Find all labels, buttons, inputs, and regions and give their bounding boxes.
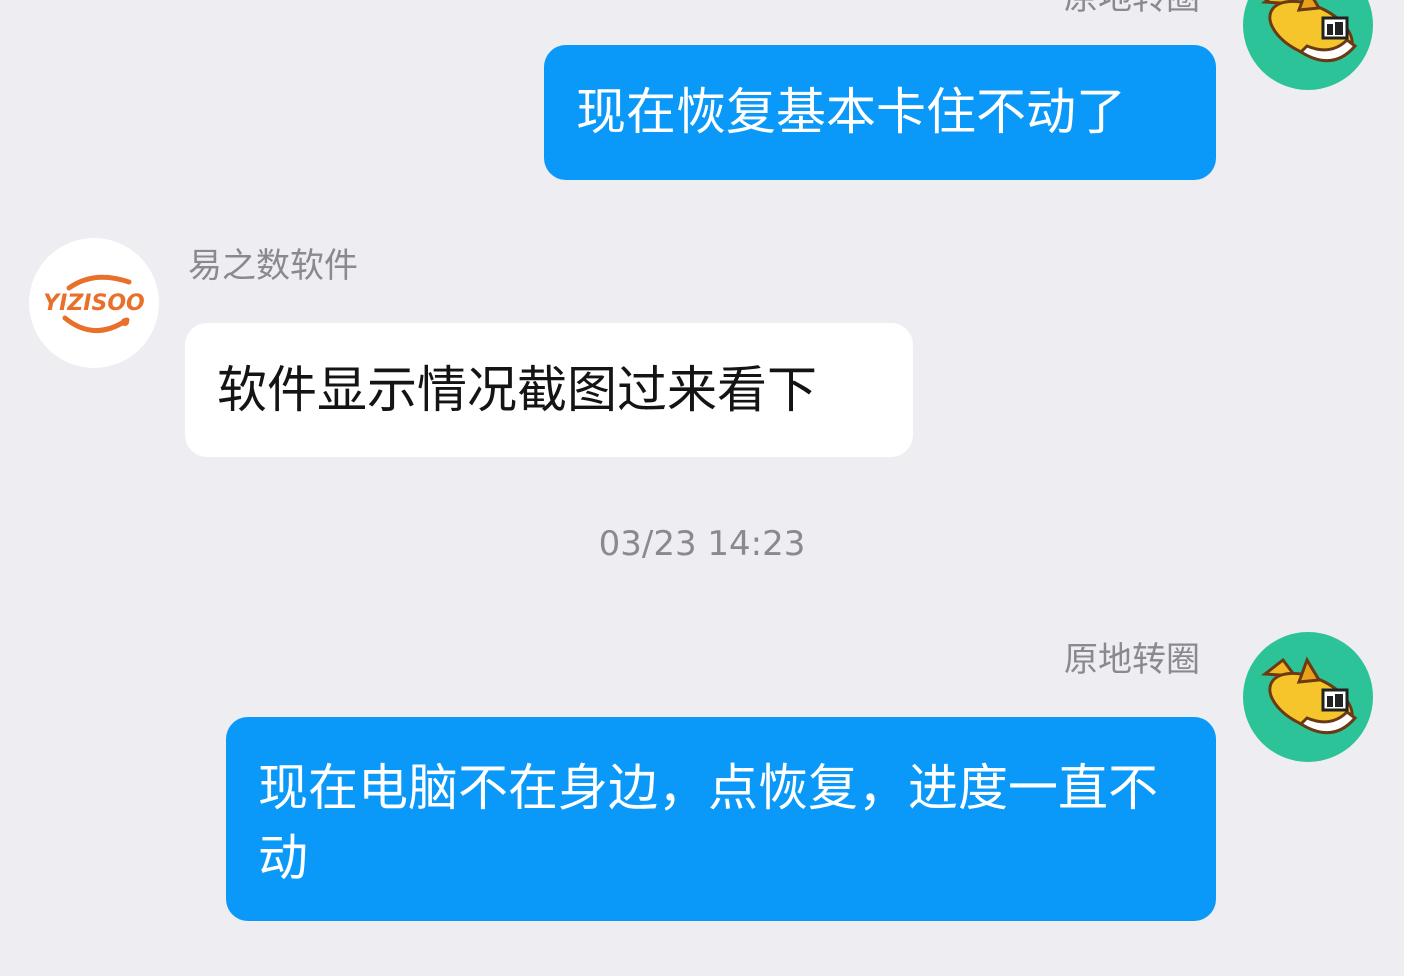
contact-avatar[interactable]: YIZISOO <box>29 238 159 368</box>
logo-wordmark: YIZISOO <box>43 291 145 316</box>
user-avatar[interactable] <box>1243 0 1373 90</box>
user-avatar[interactable] <box>1243 632 1373 762</box>
message-bubble-outgoing[interactable]: 现在恢复基本卡住不动了 <box>544 45 1216 180</box>
yizishu-logo-icon: YIZISOO <box>43 274 145 333</box>
timestamp: 03/23 14:23 <box>598 524 806 564</box>
sender-name: 易之数软件 <box>188 246 358 286</box>
message-text: 现在恢复基本卡住不动了 <box>576 83 1126 141</box>
cartoon-fish-icon <box>1260 656 1358 735</box>
sender-name: 原地转圈 <box>1064 640 1200 680</box>
message-text: 现在电脑不在身边，点恢复，进度一直不动 <box>258 759 1158 887</box>
message-bubble-incoming[interactable]: 软件显示情况截图过来看下 <box>185 323 913 457</box>
chat-view: 原地转圈 现在恢复基本卡住不动了 YIZISOO 易之数软件 软件显示情况截图过… <box>0 0 1404 976</box>
message-bubble-outgoing[interactable]: 现在电脑不在身边，点恢复，进度一直不动 <box>226 717 1216 921</box>
sender-name: 原地转圈 <box>1064 0 1200 18</box>
message-text: 软件显示情况截图过来看下 <box>217 361 817 419</box>
cartoon-fish-icon <box>1260 0 1358 63</box>
